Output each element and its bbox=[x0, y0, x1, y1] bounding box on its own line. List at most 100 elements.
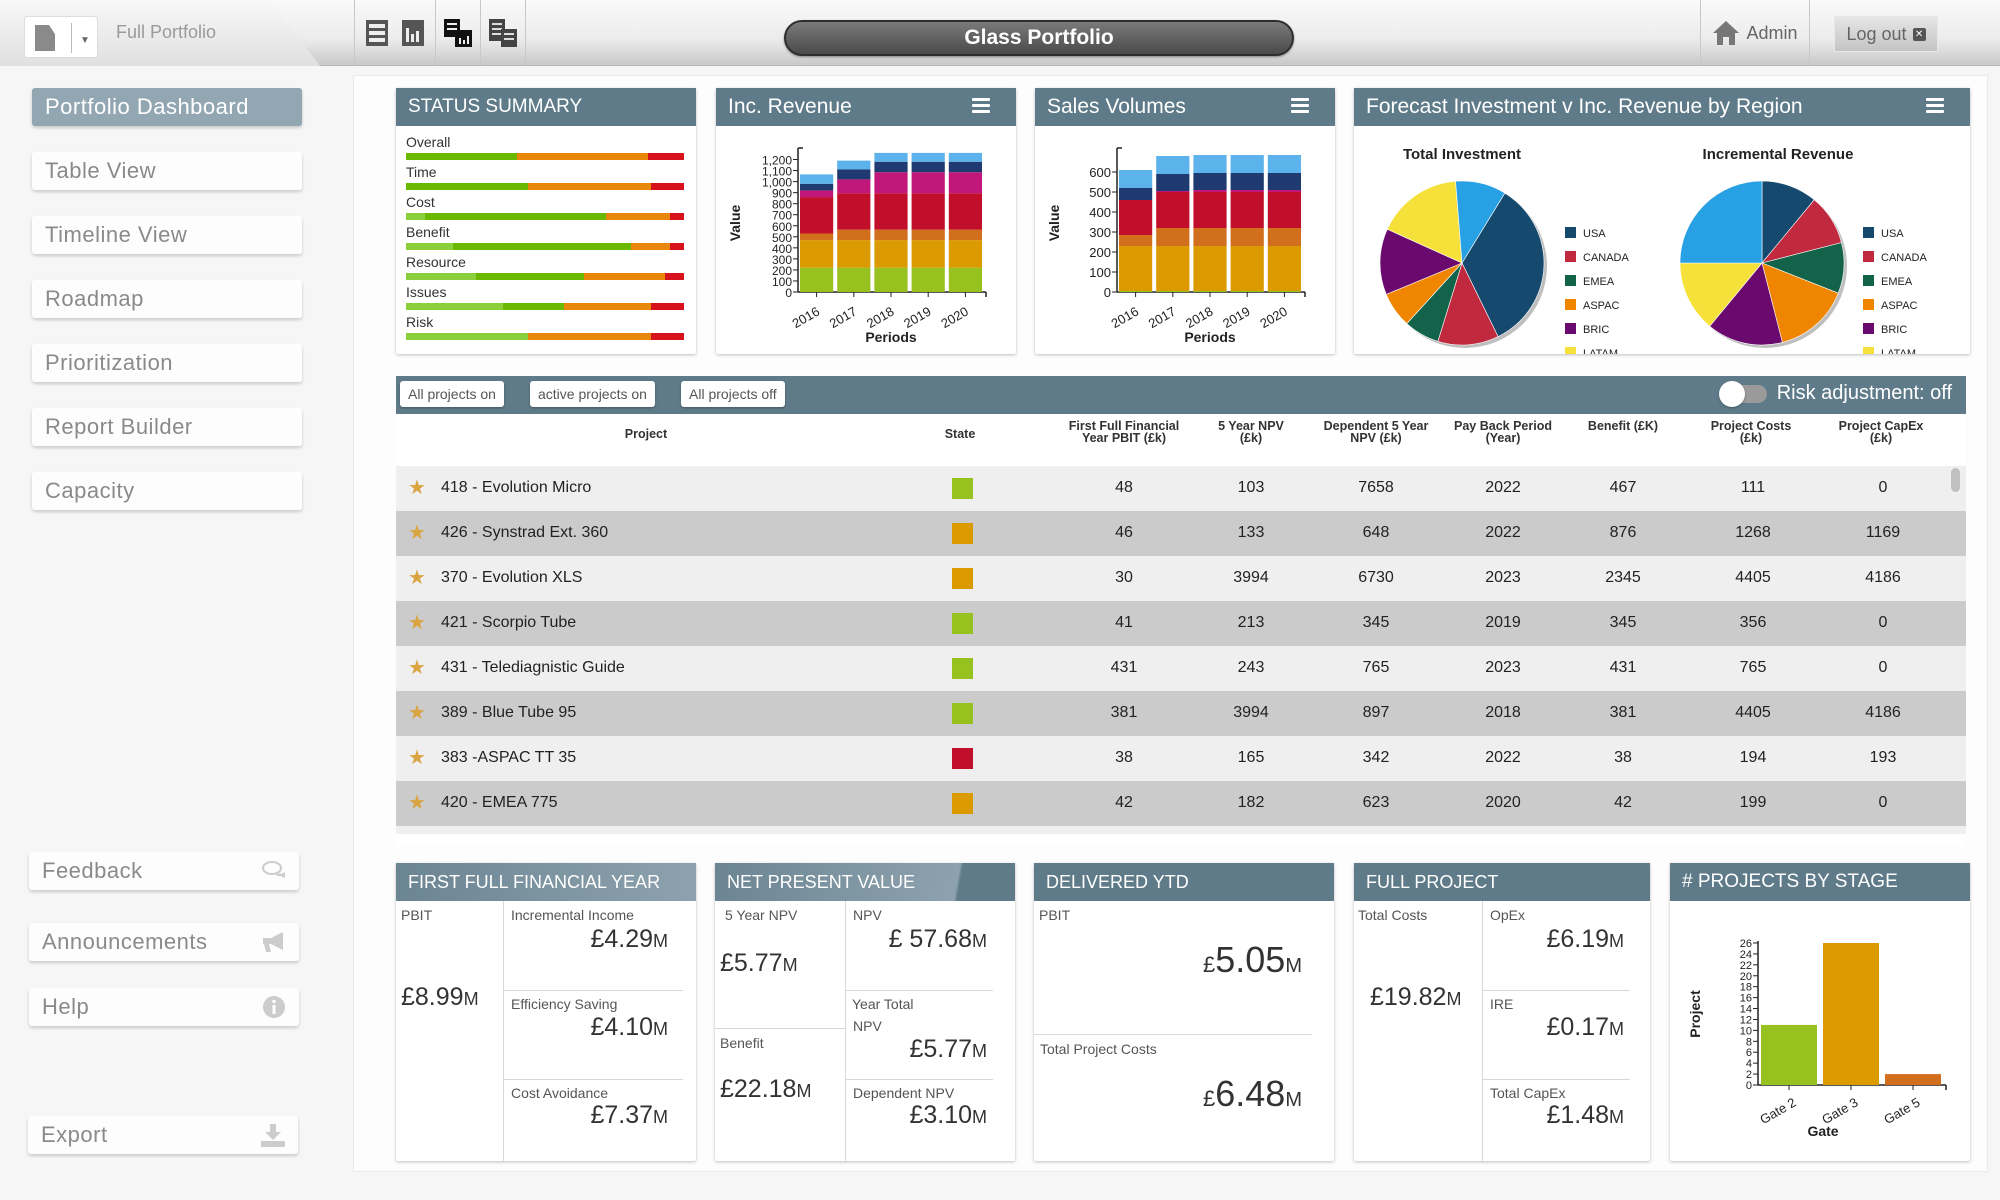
star-icon[interactable]: ★ bbox=[408, 790, 426, 815]
bar-segment-2020-s5 bbox=[948, 172, 982, 194]
status-segment-orange bbox=[528, 183, 651, 190]
column-header-project-costs[interactable]: Project Costs (£k) bbox=[1701, 420, 1801, 445]
status-segment-green bbox=[503, 303, 565, 310]
cell-npv5: 213 bbox=[1237, 614, 1265, 631]
portfolio-dropdown-caret-icon[interactable]: ▼ bbox=[320, 24, 332, 38]
project-name[interactable]: 421 - Scorpio Tube bbox=[441, 614, 576, 632]
sidebar-item-feedback[interactable]: Feedback bbox=[29, 852, 299, 890]
star-icon[interactable]: ★ bbox=[408, 745, 426, 770]
status-segment-orange bbox=[606, 213, 671, 220]
admin-link[interactable]: Admin bbox=[1700, 0, 1810, 66]
bar-segment-2017-s4 bbox=[837, 193, 871, 230]
project-name[interactable]: 389 - Blue Tube 95 bbox=[441, 704, 576, 722]
risk-adjustment-toggle[interactable]: Risk adjustment: off bbox=[1718, 380, 1952, 407]
sidebar-item-prioritization[interactable]: Prioritization bbox=[32, 344, 302, 382]
y-tick-label: 0 bbox=[1104, 285, 1111, 300]
sidebar-item-roadmap[interactable]: Roadmap bbox=[32, 280, 302, 318]
bar-segment-2020-s7 bbox=[948, 152, 982, 162]
all-projects-off-button[interactable]: All projects off bbox=[681, 381, 785, 407]
sidebar-item-help[interactable]: Help bbox=[29, 988, 299, 1026]
column-header-state[interactable]: State bbox=[920, 428, 1000, 441]
chart-view-icon[interactable] bbox=[395, 0, 431, 66]
table-row[interactable]: ★ 420 - EMEA 775 42 182 623 2020 42 199 0 bbox=[396, 781, 1966, 826]
all-projects-on-button[interactable]: All projects on bbox=[400, 381, 504, 407]
y-tick-label: 200 bbox=[1089, 245, 1111, 260]
status-label: Resource bbox=[406, 254, 466, 270]
inc-revenue-chart: 01002003004005006007008009001,0001,1001,… bbox=[727, 147, 987, 345]
dashboard-main: STATUS SUMMARY Overall Time Cost Benefit Res… bbox=[353, 75, 1988, 1172]
bar-segment-2020-s1 bbox=[948, 267, 982, 292]
portfolio-selector[interactable]: ▼ Full Portfolio ▼ bbox=[0, 0, 332, 66]
sidebar-item-portfolio-dashboard[interactable]: Portfolio Dashboard bbox=[32, 88, 302, 126]
hamburger-menu-icon[interactable] bbox=[972, 98, 990, 114]
project-name[interactable]: 426 - Synstrad Ext. 360 bbox=[441, 524, 608, 542]
card-title: NET PRESENT VALUE bbox=[715, 863, 1015, 901]
active-projects-on-button[interactable]: active projects on bbox=[530, 381, 655, 407]
project-name[interactable]: 418 - Evolution Micro bbox=[441, 479, 591, 497]
hamburger-menu-icon[interactable] bbox=[1291, 98, 1309, 114]
table-row[interactable]: ★ 383 -ASPAC TT 35 38 165 342 2022 38 194 193 bbox=[396, 736, 1966, 781]
table-row[interactable]: ★ 370 - Evolution XLS 30 3994 6730 2023 2345 44… bbox=[396, 556, 1966, 601]
column-header-benefit[interactable]: Benefit (£K) bbox=[1573, 420, 1673, 433]
bar-segment-2016-s7 bbox=[800, 174, 834, 184]
table-scrollbar[interactable] bbox=[1951, 468, 1960, 492]
cell-benefit: 467 bbox=[1609, 479, 1637, 496]
sidebar-item-timeline-view[interactable]: Timeline View bbox=[32, 216, 302, 254]
legend-swatch bbox=[1863, 251, 1874, 262]
legend-swatch bbox=[1565, 227, 1576, 238]
bar-segment-2017-s4 bbox=[1156, 192, 1190, 228]
project-name[interactable]: 431 - Telediagnistic Guide bbox=[441, 659, 625, 677]
column-header-project-capex[interactable]: Project CapEx (£k) bbox=[1831, 420, 1931, 445]
star-icon[interactable]: ★ bbox=[408, 565, 426, 590]
column-header-payback[interactable]: Pay Back Period (Year) bbox=[1443, 420, 1563, 445]
sidebar-item-capacity[interactable]: Capacity bbox=[32, 472, 302, 510]
portfolio-menu-button[interactable]: ▼ bbox=[24, 16, 98, 58]
project-name[interactable]: 383 -ASPAC TT 35 bbox=[441, 749, 576, 767]
star-icon[interactable]: ★ bbox=[408, 475, 426, 500]
sidebar: Portfolio Dashboard Table View Timeline … bbox=[0, 66, 345, 1200]
column-header-pbit[interactable]: First Full Financial Year PBIT (£k) bbox=[1064, 420, 1184, 445]
full-project-card: FULL PROJECT Total Costs £19.82M OpEx £6… bbox=[1354, 863, 1650, 1161]
export-button[interactable]: Export bbox=[28, 1116, 298, 1154]
status-segment-orange bbox=[528, 333, 651, 340]
bar-segment-2019-s4 bbox=[1230, 192, 1264, 228]
toggle-switch[interactable] bbox=[1718, 380, 1767, 407]
status-label: Overall bbox=[406, 134, 451, 150]
table-row[interactable]: ★ 418 - Evolution Micro 48 103 7658 2022 467 11… bbox=[396, 466, 1966, 511]
card-title: Inc. Revenue bbox=[728, 95, 852, 118]
home-icon bbox=[1713, 21, 1740, 45]
cell-npv5: 3994 bbox=[1233, 704, 1269, 721]
x-tick-label: 2020 bbox=[938, 304, 971, 331]
legend-label-usa: USA bbox=[1583, 228, 1606, 240]
star-icon[interactable]: ★ bbox=[408, 610, 426, 635]
star-icon[interactable]: ★ bbox=[408, 520, 426, 545]
risk-adjustment-label: Risk adjustment: off bbox=[1776, 382, 1952, 404]
status-row-benefit: Benefit bbox=[406, 222, 684, 252]
bar-segment-2017-s2 bbox=[837, 240, 871, 268]
sidebar-item-announcements[interactable]: Announcements bbox=[29, 923, 299, 961]
sidebar-item-report-builder[interactable]: Report Builder bbox=[32, 408, 302, 446]
y-tick-label: 4 bbox=[1746, 1058, 1752, 1070]
table-row[interactable]: ★ 426 - Synstrad Ext. 360 46 133 648 2022 876 1… bbox=[396, 511, 1966, 556]
split-view-icon[interactable] bbox=[440, 0, 476, 66]
logout-button[interactable]: Log out ✕ bbox=[1834, 16, 1938, 52]
y-tick-label: 6 bbox=[1746, 1047, 1752, 1059]
sidebar-item-table-view[interactable]: Table View bbox=[32, 152, 302, 190]
table-row[interactable]: ★ 389 - Blue Tube 95 381 3994 897 2018 381 4405… bbox=[396, 691, 1966, 736]
report-view-icon[interactable] bbox=[485, 0, 521, 66]
column-header-dependent-npv[interactable]: Dependent 5 Year NPV (£k) bbox=[1321, 420, 1431, 445]
project-name[interactable]: 370 - Evolution XLS bbox=[441, 569, 582, 587]
hamburger-menu-icon[interactable] bbox=[1926, 98, 1944, 114]
cell-dep-npv5: 623 bbox=[1362, 794, 1390, 811]
pie-slice-row bbox=[1679, 180, 1763, 264]
state-indicator bbox=[952, 748, 973, 769]
x-tick-label: 2018 bbox=[1183, 304, 1216, 331]
list-view-icon[interactable] bbox=[359, 0, 395, 66]
star-icon[interactable]: ★ bbox=[408, 655, 426, 680]
table-row[interactable]: ★ 421 - Scorpio Tube 41 213 345 2019 345 356 0 bbox=[396, 601, 1966, 646]
column-header-5yr-npv[interactable]: 5 Year NPV (£k) bbox=[1206, 420, 1296, 445]
project-name[interactable]: 420 - EMEA 775 bbox=[441, 794, 558, 812]
table-row[interactable]: ★ 431 - Telediagnistic Guide 431 243 765 2023… bbox=[396, 646, 1966, 691]
column-header-project[interactable]: Project bbox=[596, 428, 696, 441]
star-icon[interactable]: ★ bbox=[408, 700, 426, 725]
